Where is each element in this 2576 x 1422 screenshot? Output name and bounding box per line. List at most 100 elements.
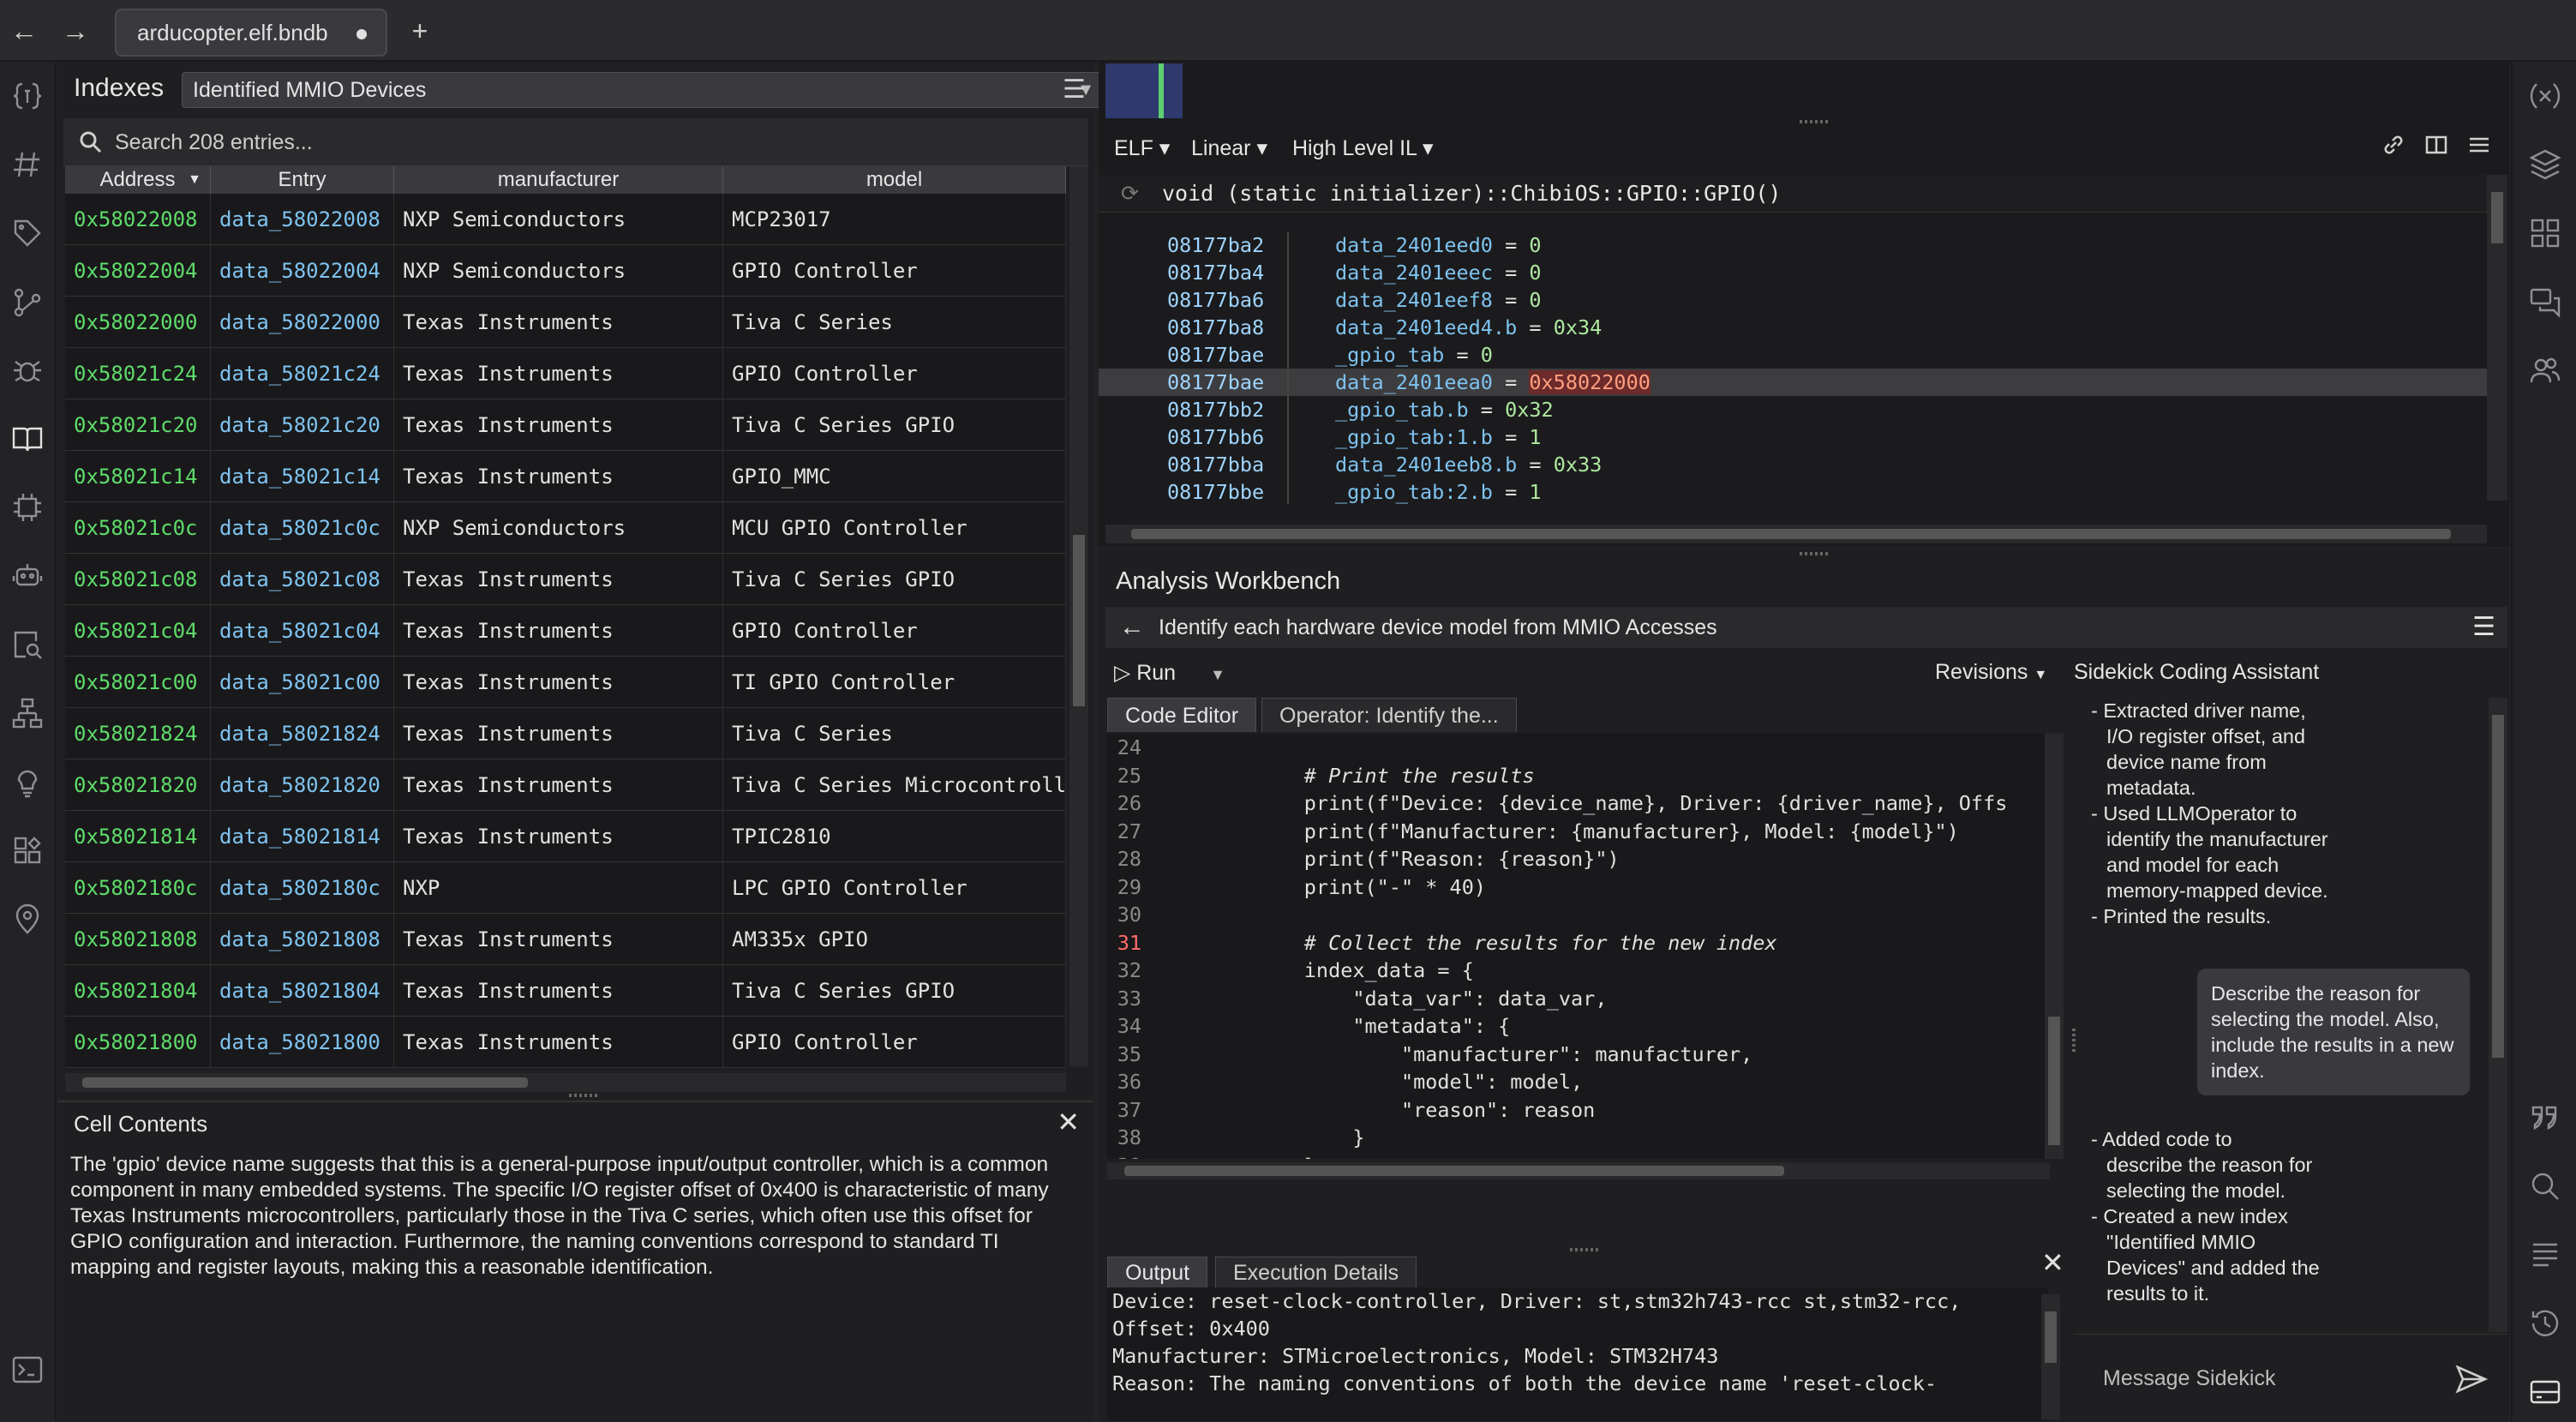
editor-horizontal-scrollbar[interactable] [1107,1162,2050,1179]
table-row[interactable]: 0x58021c08 data_58021c08 Texas Instruments… [65,554,1066,605]
constant-value[interactable]: 0 [1529,288,1541,312]
variable-name[interactable]: _gpio_tab:1.b [1335,425,1493,449]
hlil-line[interactable]: 08177ba2 data_2401eed0 = 0 [1099,231,2487,259]
table-row[interactable]: 0x58021c24 data_58021c24 Texas Instruments… [65,348,1066,399]
line-address[interactable]: 08177bb2 [1167,396,1264,423]
tab-execution-details[interactable]: Execution Details [1215,1257,1417,1287]
entry-cell[interactable]: data_58021820 [211,759,394,810]
constant-value[interactable]: 0 [1529,261,1541,285]
new-tab-button[interactable]: + [401,12,439,50]
constant-value[interactable]: 0x33 [1554,453,1603,477]
linear-horizontal-scrollbar[interactable] [1105,525,2487,543]
bug-icon[interactable] [9,351,46,389]
code-editor[interactable]: 24 25 # Print the results 26 print(f"Devic… [1107,734,2057,1159]
table-row[interactable]: 0x58021c04 data_58021c04 Texas Instruments… [65,605,1066,657]
splitter-handle[interactable] [1800,552,1830,555]
variable-icon[interactable] [2526,77,2564,115]
line-address[interactable]: 08177bba [1167,451,1264,478]
variable-name[interactable]: _gpio_tab:2.b [1335,480,1493,504]
editor-vertical-scrollbar[interactable] [2045,734,2064,1159]
line-address[interactable]: 08177bbe [1167,478,1264,504]
entry-cell[interactable]: data_58021800 [211,1017,394,1067]
components-icon[interactable] [9,831,46,869]
users-icon[interactable] [2526,351,2564,389]
table-row[interactable]: 0x58021824 data_58021824 Texas Instruments… [65,708,1066,759]
hlil-line[interactable]: 08177ba4 data_2401eeec = 0 [1099,259,2487,286]
line-address[interactable]: 08177ba6 [1167,286,1264,314]
variable-name[interactable]: data_2401eed4.b [1335,315,1517,339]
tab-code-editor[interactable]: Code Editor [1107,698,1257,732]
variable-name[interactable]: _gpio_tab [1335,343,1444,367]
entry-cell[interactable]: data_58021c04 [211,605,394,656]
line-address[interactable]: 08177bae [1167,369,1264,396]
table-row[interactable]: 0x58021820 data_58021820 Texas Instruments… [65,759,1066,811]
table-row[interactable]: 0x58021c20 data_58021c20 Texas Instruments… [65,399,1066,451]
layers-icon[interactable] [2526,146,2564,183]
variable-name[interactable]: data_2401eea0 [1335,370,1493,394]
file-tab[interactable]: arducopter.elf.bndb [115,9,387,57]
line-address[interactable]: 08177bae [1167,341,1264,369]
sidekick-message-input[interactable]: Message Sidekick [2074,1334,2507,1421]
column-header-address[interactable]: Address ▼ [65,166,211,194]
variable-name[interactable]: data_2401eef8 [1335,288,1493,312]
terminal-icon[interactable] [9,1351,46,1389]
hlil-line[interactable]: 08177bb2 _gpio_tab.b = 0x32 [1099,396,2487,423]
storage-icon[interactable] [2526,1373,2564,1411]
quote-icon[interactable] [2526,1099,2564,1137]
column-header-entry[interactable]: Entry [211,166,394,194]
hamburger-menu-icon[interactable]: ☰ [1063,77,1086,103]
constant-value[interactable]: 0x32 [1505,398,1554,422]
variable-name[interactable]: data_2401eeb8.b [1335,453,1517,477]
search-code-icon[interactable] [9,626,46,663]
table-row[interactable]: 0x58021814 data_58021814 Texas Instruments… [65,811,1066,862]
tab-output[interactable]: Output [1107,1257,1208,1287]
chat-icon[interactable] [2526,283,2564,321]
constant-value[interactable]: 0 [1529,233,1541,257]
entry-cell[interactable]: data_58022008 [211,194,394,244]
entry-cell[interactable]: data_58021c24 [211,348,394,399]
link-icon[interactable] [2381,132,2406,158]
run-button[interactable]: ▷ Run ▼ [1114,660,1225,686]
table-row[interactable]: 0x58021c00 data_58021c00 Texas Instruments… [65,657,1066,708]
table-row[interactable]: 0x58021c0c data_58021c0c NXP Semiconductor… [65,502,1066,554]
index-horizontal-scrollbar[interactable] [65,1073,1066,1092]
close-icon[interactable]: ✕ [2041,1246,2064,1279]
hlil-line[interactable]: 08177ba8 data_2401eed4.b = 0x34 [1099,314,2487,341]
constant-value[interactable]: 1 [1529,425,1541,449]
entry-cell[interactable]: data_58021c08 [211,554,394,604]
index-vertical-scrollbar[interactable] [1069,166,1088,1066]
hlil-line[interactable]: 08177bae data_2401eea0 = 0x58022000 [1099,369,2487,396]
unsaved-dot-icon[interactable] [356,29,367,39]
index-select[interactable]: Identified MMIO Devices ▼ [182,72,1105,108]
splitter-handle[interactable] [1800,120,1830,123]
entry-cell[interactable]: data_58021c0c [211,502,394,553]
entry-cell[interactable]: data_58021804 [211,965,394,1016]
send-icon[interactable] [2454,1362,2489,1396]
view-mode-dropdown[interactable]: Linear ▾ [1191,135,1267,161]
constant-value[interactable]: 0 [1481,343,1493,367]
entry-cell[interactable]: data_58021808 [211,914,394,964]
graph-icon[interactable] [9,283,46,321]
search-icon[interactable] [2526,1167,2564,1205]
hlil-line[interactable]: 08177bb6 _gpio_tab:1.b = 1 [1099,423,2487,451]
table-row[interactable]: 0x58021808 data_58021808 Texas Instruments… [65,914,1066,965]
entry-cell[interactable]: data_5802180c [211,862,394,913]
tag-icon[interactable] [9,214,46,252]
line-address[interactable]: 08177ba8 [1167,314,1264,341]
hlil-line[interactable]: 08177bba data_2401eeb8.b = 0x33 [1099,451,2487,478]
sidekick-scrollbar[interactable] [2489,698,2507,1332]
robot-icon[interactable] [9,557,46,595]
table-row[interactable]: 0x58021800 data_58021800 Texas Instruments… [65,1017,1066,1068]
symbols-icon[interactable] [9,77,46,115]
variable-name[interactable]: data_2401eed0 [1335,233,1493,257]
line-address[interactable]: 08177ba2 [1167,231,1264,259]
variable-name[interactable]: data_2401eeec [1335,261,1493,285]
table-row[interactable]: 0x58022004 data_58022004 NXP Semiconductor… [65,245,1066,297]
splitter-handle[interactable] [2072,1029,2076,1054]
constant-value[interactable]: 1 [1529,480,1541,504]
back-arrow-icon[interactable]: ← [5,12,43,50]
history-icon[interactable] [2526,1305,2564,1342]
chip-icon[interactable] [9,489,46,526]
hierarchy-icon[interactable] [9,694,46,732]
chevron-down-icon[interactable]: ▼ [1210,666,1225,683]
